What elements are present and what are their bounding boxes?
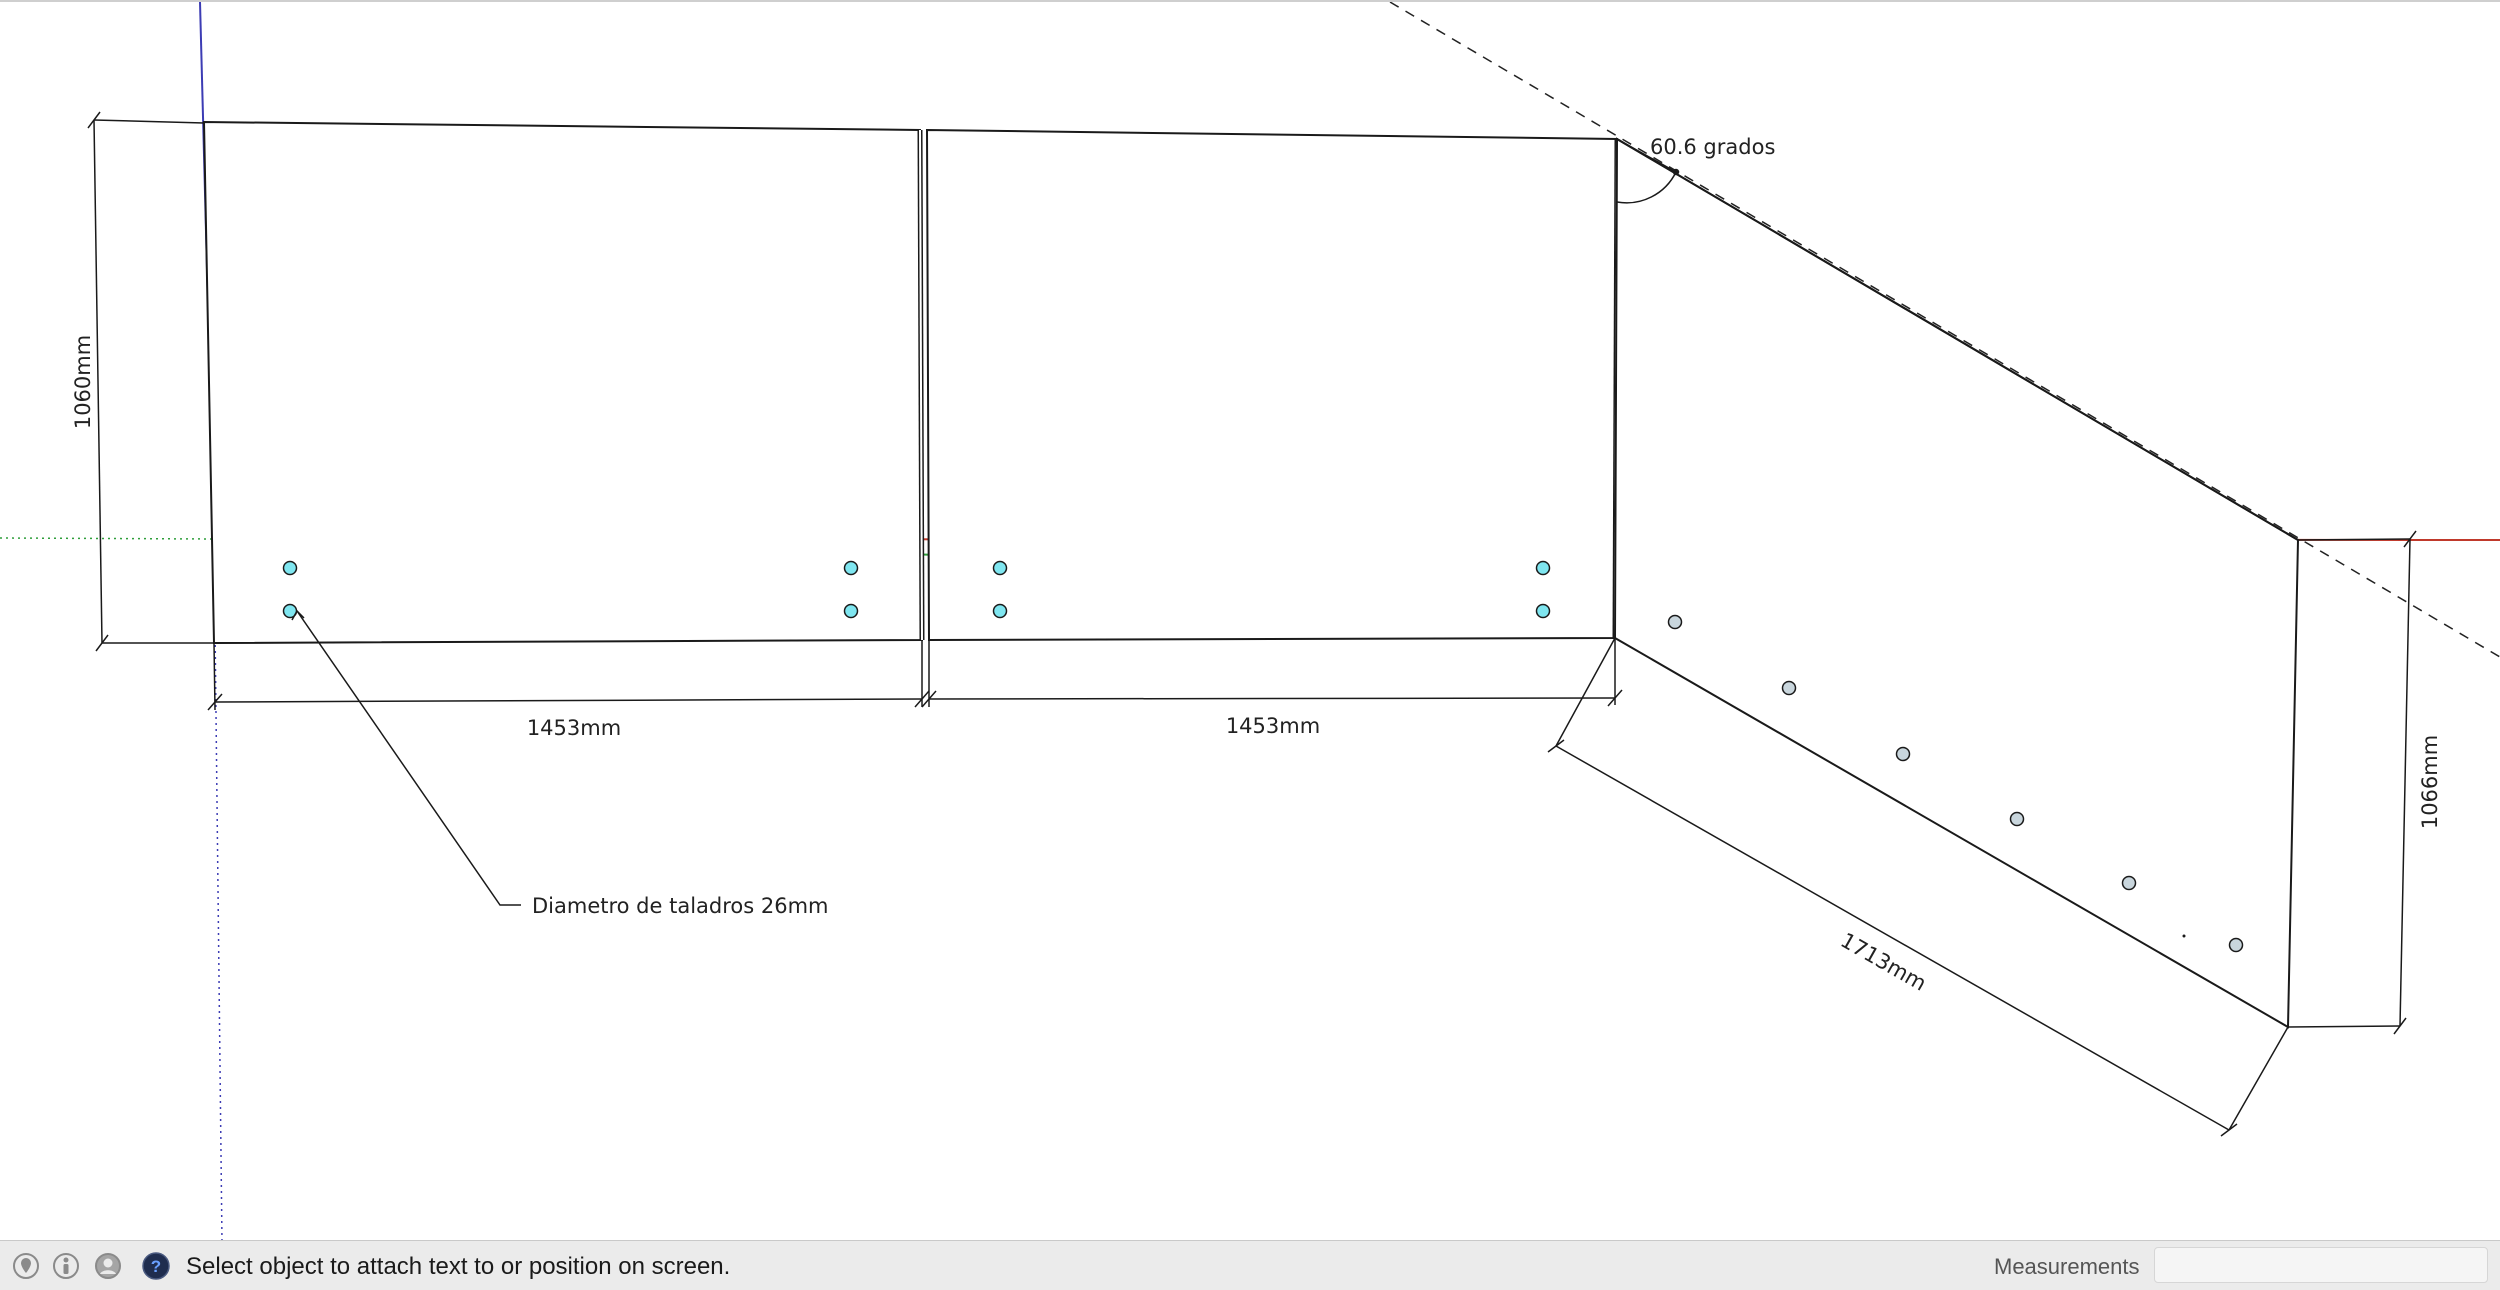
drill-hole[interactable] (282, 560, 298, 576)
drill-hole[interactable] (1535, 560, 1551, 576)
credits-icon[interactable] (52, 1252, 80, 1280)
panel-2[interactable] (925, 128, 1620, 642)
drill-hole[interactable] (1667, 614, 1683, 630)
dimension-width-panel-1[interactable] (207, 640, 930, 711)
dimension-width-panel-2-label[interactable]: 1453mm (1226, 714, 1320, 738)
dimension-width-panel-2[interactable] (921, 638, 1623, 708)
panel-1[interactable] (202, 120, 925, 645)
drill-hole[interactable] (843, 560, 859, 576)
drawing-canvas[interactable]: 1060mm 1453mm 1453mm 1713mm 1066mm 60.6 … (0, 2, 2500, 1240)
dimension-height-left-label[interactable]: 1060mm (71, 335, 95, 429)
angle-dimension-label[interactable]: 60.6 grados (1650, 135, 1775, 159)
drill-hole[interactable] (1781, 680, 1797, 696)
drawing-viewport[interactable]: 1060mm 1453mm 1453mm 1713mm 1066mm 60.6 … (0, 0, 2500, 1240)
dimension-height-right[interactable] (2287, 530, 2417, 1035)
instructor-help-icon[interactable]: ? (142, 1252, 170, 1280)
drill-hole[interactable] (2121, 875, 2137, 891)
drill-hole[interactable] (1895, 746, 1911, 762)
drill-hole[interactable] (992, 603, 1008, 619)
status-message: Select object to attach text to or posit… (186, 1253, 731, 1280)
drill-hole[interactable] (992, 560, 1008, 576)
red-axis-negative (0, 537, 215, 540)
dimension-width-panel-1-label[interactable]: 1453mm (527, 716, 621, 740)
hole-callout-label[interactable]: Diametro de taladros 26mm (532, 894, 829, 918)
measurements-input[interactable] (2154, 1247, 2488, 1283)
dimension-diagonal-label[interactable]: 1713mm (1837, 928, 1931, 996)
drill-hole[interactable] (2228, 937, 2244, 953)
measurements-label: Measurements (1994, 1254, 2140, 1279)
panel-3-angled[interactable] (1613, 137, 2300, 1029)
status-bar: ? Select object to attach text to or pos… (0, 1240, 2500, 1290)
dimension-height-right-label[interactable]: 1066mm (2418, 735, 2442, 829)
drill-hole[interactable] (1535, 603, 1551, 619)
svg-text:?: ? (151, 1257, 161, 1276)
geolocation-icon[interactable] (12, 1252, 40, 1280)
dimension-height-left[interactable] (87, 111, 214, 652)
sketchup-window: 1060mm 1453mm 1453mm 1713mm 1066mm 60.6 … (0, 0, 2500, 1290)
user-account-icon[interactable] (94, 1252, 122, 1280)
stray-point (2182, 934, 2186, 938)
drill-hole[interactable] (2009, 811, 2025, 827)
drill-hole[interactable] (843, 603, 859, 619)
hole-callout-leader[interactable] (291, 609, 521, 906)
